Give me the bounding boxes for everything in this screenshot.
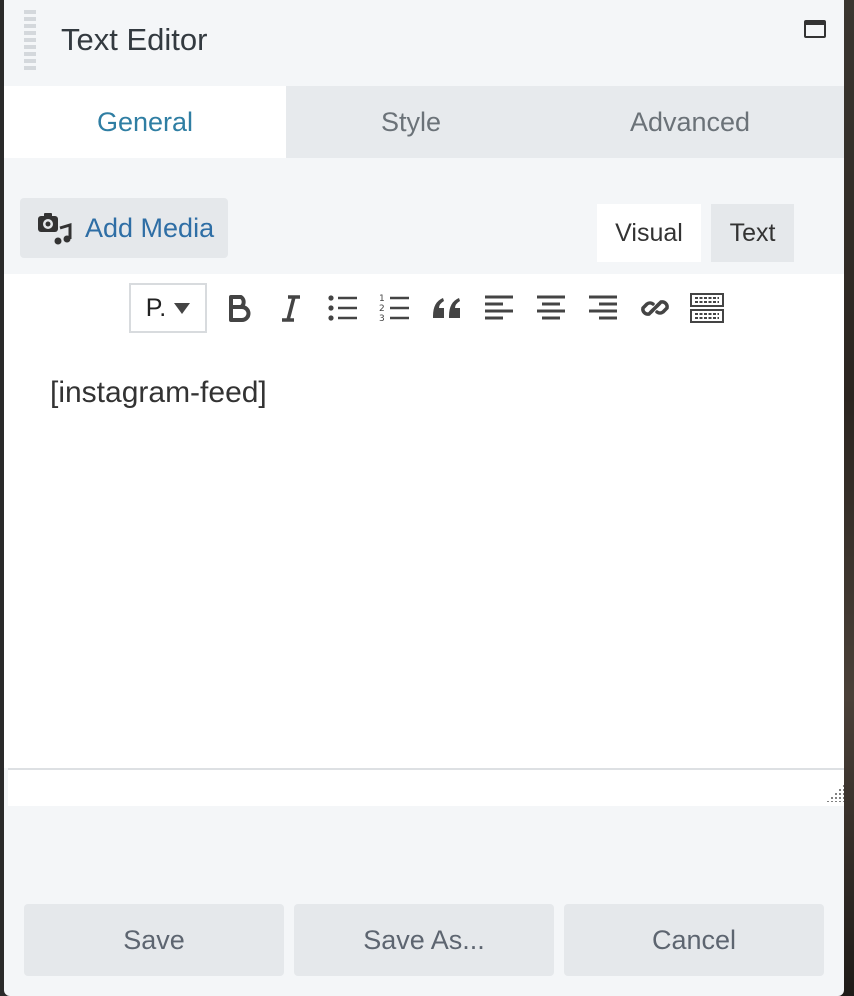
bold-icon xyxy=(229,295,251,322)
panel-title: Text Editor xyxy=(61,22,208,57)
bullet-list-icon xyxy=(328,295,357,321)
settings-tabs: General Style Advanced xyxy=(4,86,844,158)
cancel-button[interactable]: Cancel xyxy=(564,904,824,976)
italic-button[interactable] xyxy=(265,283,317,333)
tab-advanced[interactable]: Advanced xyxy=(536,86,844,158)
media-icon xyxy=(38,213,72,245)
editor-area[interactable]: P. 1 2 3 [instagram-feed] xyxy=(4,274,844,768)
align-left-button[interactable] xyxy=(473,283,525,333)
visual-mode-tab[interactable]: Visual xyxy=(597,204,701,262)
numbered-list-icon: 1 2 3 xyxy=(379,294,409,324)
text-editor-panel: Text Editor General Style Advanced Add M… xyxy=(4,0,844,996)
bold-button[interactable] xyxy=(213,283,265,333)
resize-handle-icon[interactable] xyxy=(826,784,844,802)
align-right-icon xyxy=(589,295,617,320)
tab-general[interactable]: General xyxy=(4,86,286,158)
caret-down-icon xyxy=(174,302,191,314)
add-media-label: Add Media xyxy=(85,212,215,243)
save-as-button[interactable]: Save As... xyxy=(294,904,554,976)
svg-text:1: 1 xyxy=(379,294,385,304)
editor-statusbar xyxy=(8,768,844,806)
link-icon xyxy=(641,300,669,316)
numbered-list-button[interactable]: 1 2 3 xyxy=(369,283,421,333)
italic-icon xyxy=(282,295,300,322)
add-media-button[interactable]: Add Media xyxy=(20,198,228,258)
toolbar-toggle-icon xyxy=(690,293,724,323)
tab-style[interactable]: Style xyxy=(286,86,536,158)
blockquote-icon xyxy=(433,298,460,318)
svg-text:2: 2 xyxy=(379,304,385,314)
maximize-icon[interactable] xyxy=(804,20,826,38)
save-button[interactable]: Save xyxy=(24,904,284,976)
format-select-value: P. xyxy=(145,293,167,322)
toolbar-toggle-button[interactable] xyxy=(681,283,733,333)
text-mode-tab[interactable]: Text xyxy=(711,204,794,262)
align-center-icon xyxy=(537,295,565,320)
svg-text:3: 3 xyxy=(379,314,385,324)
blockquote-button[interactable] xyxy=(421,283,473,333)
format-select[interactable]: P. xyxy=(129,283,207,333)
align-center-button[interactable] xyxy=(525,283,577,333)
align-left-icon xyxy=(485,295,513,320)
drag-handle-icon[interactable] xyxy=(24,10,36,70)
panel-header: Text Editor xyxy=(4,0,844,86)
align-right-button[interactable] xyxy=(577,283,629,333)
bullet-list-button[interactable] xyxy=(317,283,369,333)
link-button[interactable] xyxy=(629,283,681,333)
editor-content[interactable]: [instagram-feed] xyxy=(50,376,267,410)
editor-toolbar: P. 1 2 3 xyxy=(129,283,733,333)
